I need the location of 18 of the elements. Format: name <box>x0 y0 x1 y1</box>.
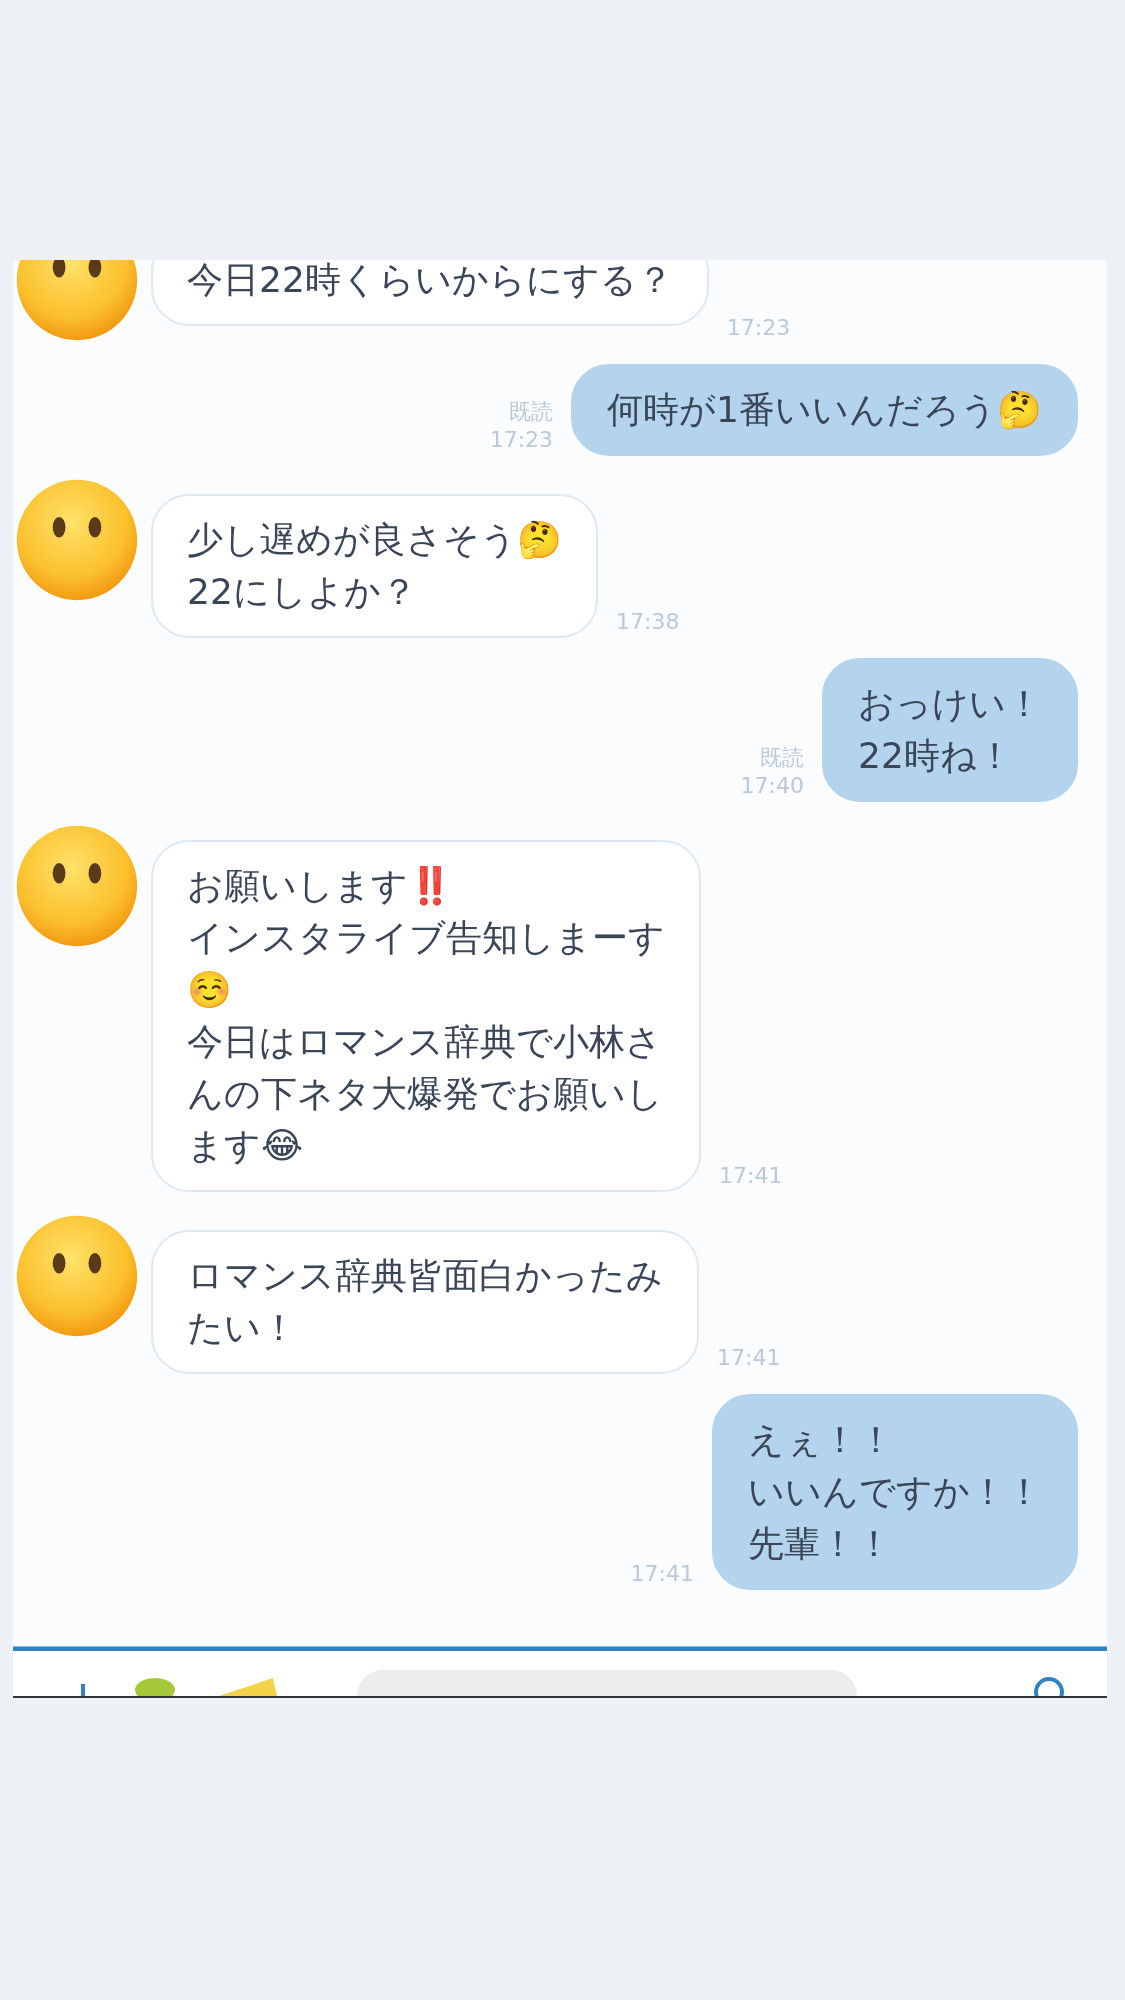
message-bubble: おっけい！ 22時ね！ <box>822 658 1078 802</box>
message-time: 17:38 <box>616 608 680 636</box>
message-bubble: えぇ！！ いいんですか！！ 先輩！！ <box>712 1394 1078 1590</box>
message-bubble: 少し遅めが良さそう🤔 22にしよか？ <box>151 494 598 638</box>
message-bubble: お願いします‼ インスタライブ告知しまーす ☺ 今日はロマンス辞典で小林さ んの下ネタ大爆発でお願いし ます😂 <box>151 840 701 1192</box>
read-receipt: 既読 <box>509 398 554 426</box>
message-time: 17:41 <box>719 1162 783 1190</box>
message-time: 17:41 <box>717 1344 781 1372</box>
message-bubble: 今日22時くらいからにする？ <box>151 260 709 326</box>
message-bubble: 何時が1番いいんだろう🤔 <box>571 364 1078 456</box>
message-time: 17:23 <box>489 426 554 454</box>
message-bubble: ロマンス辞典皆面白かったみ たい！ <box>151 1230 699 1374</box>
message-time: 17:41 <box>630 1560 694 1588</box>
message-time: 17:40 <box>740 772 804 800</box>
message-time: 17:23 <box>726 314 791 342</box>
read-receipt: 既読 <box>760 744 804 772</box>
message-input[interactable] <box>357 1670 857 1696</box>
search-icon[interactable] <box>1031 1674 1067 1696</box>
